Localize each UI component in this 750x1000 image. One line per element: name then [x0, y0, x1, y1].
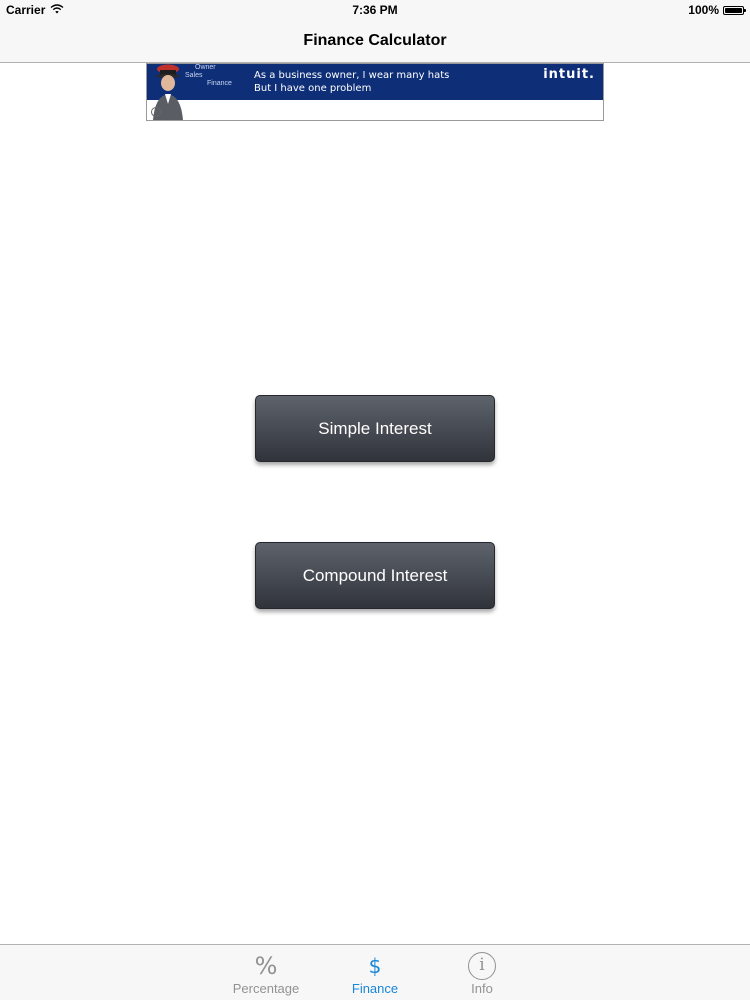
- info-icon: i: [427, 951, 537, 981]
- status-bar: Carrier 7:36 PM 100%: [0, 0, 750, 20]
- intuit-logo: intuit.: [543, 67, 595, 82]
- tab-percentage[interactable]: % Percentage: [211, 945, 321, 1000]
- compound-interest-button[interactable]: Compound Interest: [255, 542, 495, 609]
- battery-percent: 100%: [688, 3, 719, 17]
- ad-hat-label-owner: Owner: [195, 64, 216, 71]
- app-screen: Carrier 7:36 PM 100% Finance Calculator: [0, 0, 750, 1000]
- ad-hat-label-sales: Sales: [185, 72, 203, 79]
- tab-percentage-label: Percentage: [232, 981, 300, 996]
- tab-bar: % Percentage $ Finance i Info: [0, 944, 750, 1000]
- dollar-glyph: $: [368, 954, 382, 978]
- ad-headline: As a business owner, I wear many hats: [254, 70, 450, 81]
- battery-icon: [723, 5, 746, 15]
- percent-glyph: %: [254, 952, 278, 980]
- status-right: 100%: [688, 3, 746, 17]
- ad-subheadline: But I have one problem: [254, 83, 372, 94]
- tab-finance[interactable]: $ Finance: [320, 945, 430, 1000]
- dollar-icon: $: [320, 951, 430, 981]
- tab-info-label: Info: [471, 981, 493, 996]
- status-time: 7:36 PM: [352, 3, 398, 17]
- percent-icon: %: [211, 951, 321, 981]
- ad-banner[interactable]: Owner Sales Finance As a business owner,…: [146, 63, 604, 121]
- ad-hat-label-finance: Finance: [207, 80, 232, 87]
- simple-interest-button[interactable]: Simple Interest: [255, 395, 495, 462]
- navigation-bar: Finance Calculator: [0, 20, 750, 63]
- info-circle: i: [468, 952, 496, 980]
- page-title: Finance Calculator: [303, 32, 447, 49]
- tab-info[interactable]: i Info: [427, 945, 537, 1000]
- ad-info-icon[interactable]: i: [151, 107, 161, 117]
- tab-finance-label: Finance: [351, 981, 399, 996]
